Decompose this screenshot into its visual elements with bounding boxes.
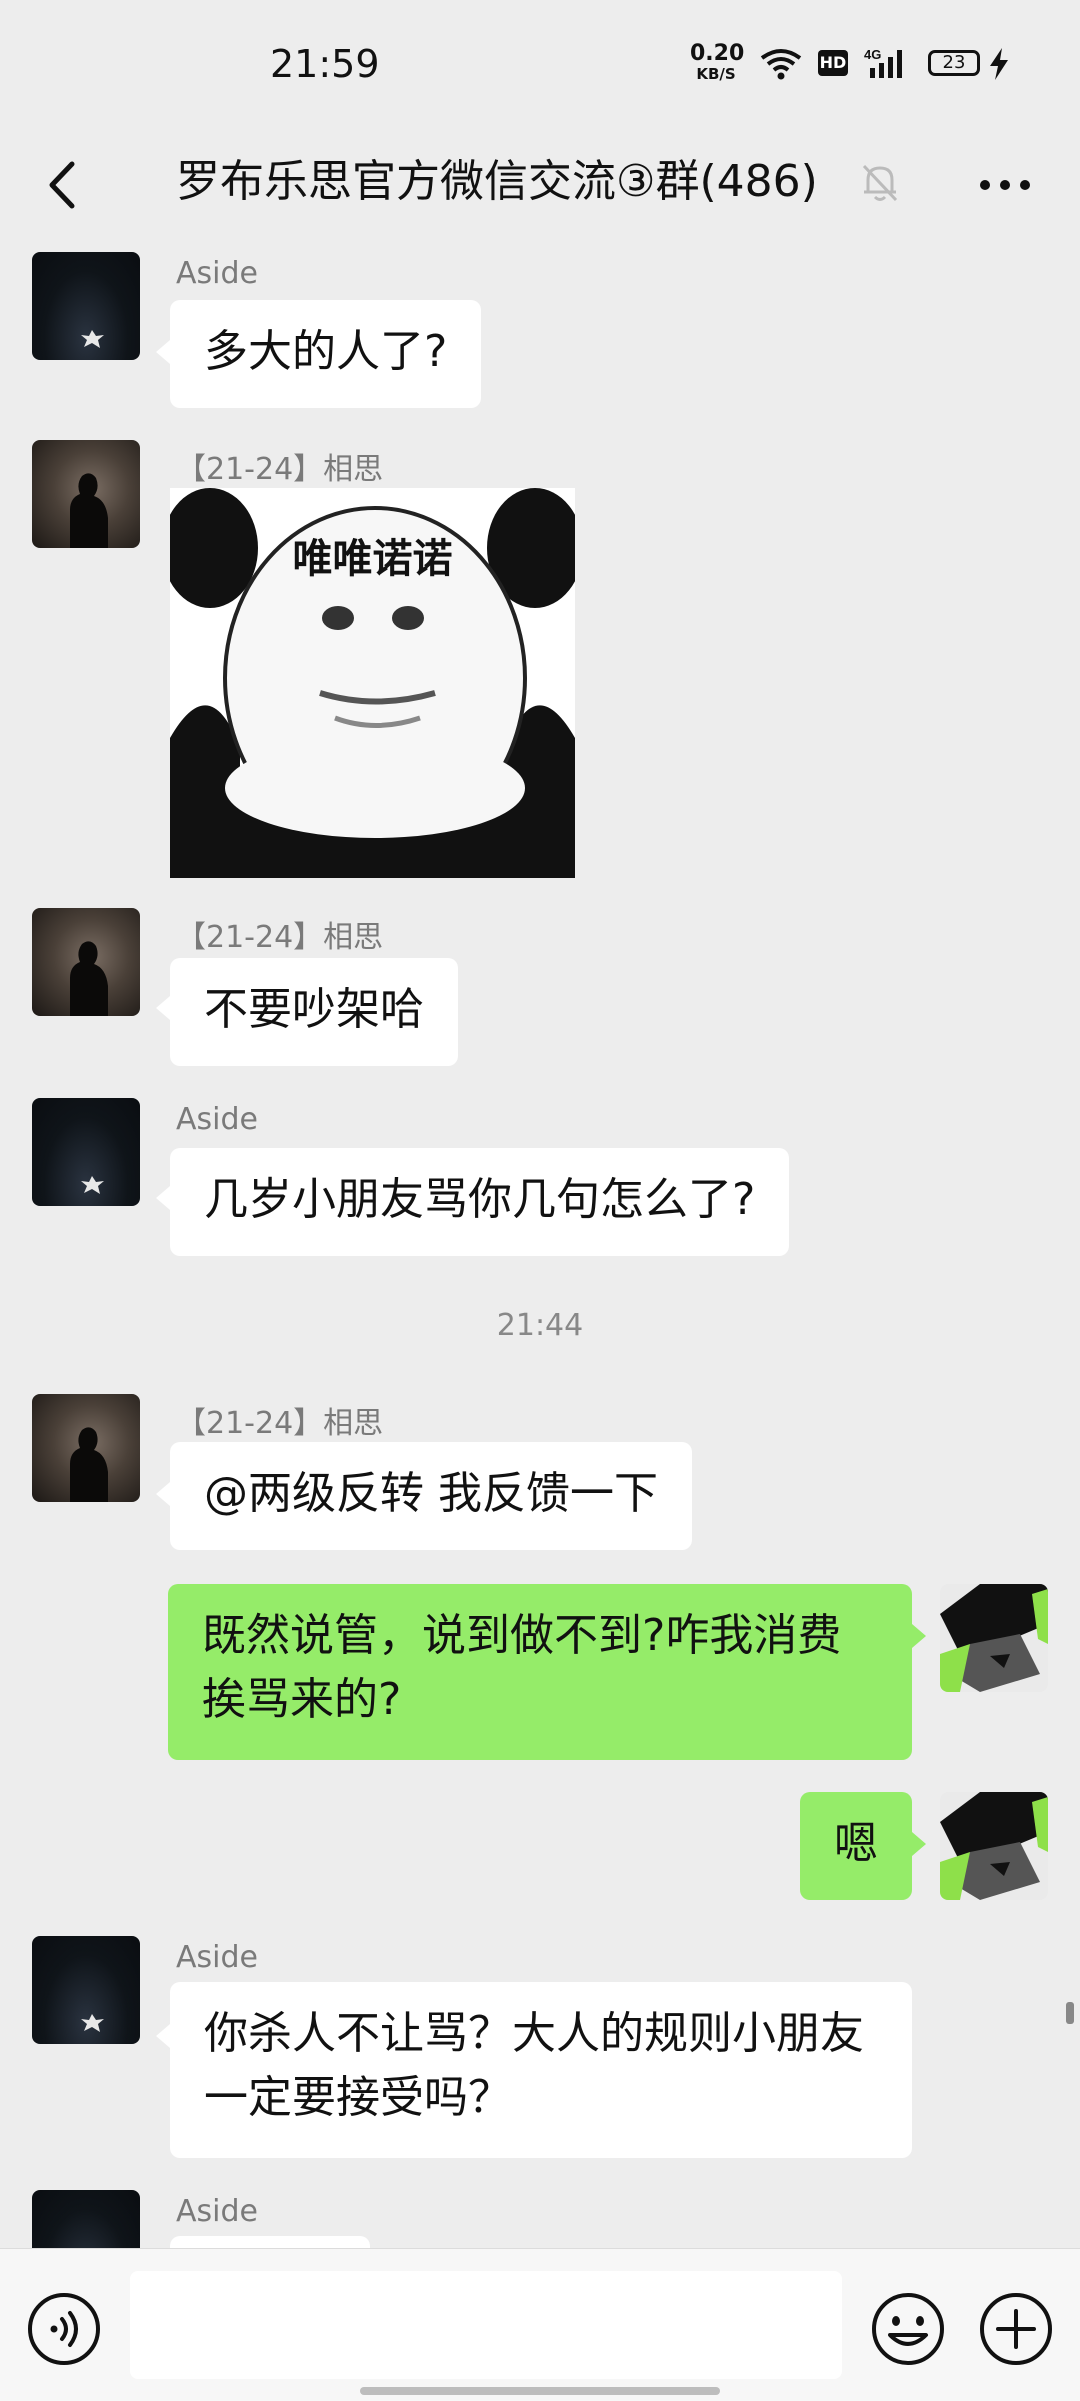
- sender-name: 【21-24】相思: [176, 920, 384, 955]
- emoji-icon[interactable]: [870, 2291, 946, 2367]
- bubble-tail: [156, 340, 170, 364]
- input-bar: [0, 2248, 1080, 2401]
- hd-voice-icon: HD: [818, 50, 848, 76]
- message-bubble[interactable]: 几岁小朋友骂你几句怎么了?: [170, 1148, 790, 1256]
- sender-name: Aside: [176, 1940, 258, 1975]
- status-time: 21:59: [270, 42, 380, 86]
- sticker-caption: 唯唯诺诺: [292, 536, 453, 582]
- bubble-tail: [912, 1832, 926, 1856]
- back-arrow-icon[interactable]: [30, 150, 100, 220]
- svg-text:4G: 4G: [864, 47, 881, 62]
- home-indicator[interactable]: [360, 2387, 720, 2395]
- sender-name: Aside: [176, 2194, 258, 2229]
- charging-icon: [990, 48, 1008, 80]
- message-bubble[interactable]: 多大的人了?: [170, 300, 482, 408]
- avatar[interactable]: [32, 908, 140, 1016]
- voice-icon[interactable]: [26, 2291, 102, 2367]
- chat-header: 罗布乐思官方微信交流③群(486): [0, 130, 1080, 242]
- bubble-tail: [912, 1624, 926, 1648]
- cellular-signal-icon: 4G: [864, 47, 902, 78]
- avatar[interactable]: [32, 252, 140, 360]
- avatar[interactable]: [32, 440, 140, 548]
- message-bubble[interactable]: 不要吵架哈: [170, 958, 458, 1066]
- sender-name: Aside: [176, 1102, 258, 1137]
- network-speed-unit: KB/S: [696, 65, 736, 83]
- scrollbar-thumb[interactable]: [1066, 2002, 1074, 2024]
- bubble-tail: [156, 1482, 170, 1506]
- self-message-bubble[interactable]: 既然说管，说到做不到?咋我消费挨骂来的?: [168, 1584, 912, 1760]
- timestamp: 21:44: [496, 1308, 584, 1343]
- sender-name: 【21-24】相思: [176, 452, 384, 487]
- bubble-tail: [156, 2024, 170, 2048]
- sender-name: Aside: [176, 256, 258, 291]
- avatar[interactable]: [32, 1936, 140, 2044]
- mute-bell-icon: [862, 164, 898, 202]
- self-avatar[interactable]: [940, 1792, 1048, 1900]
- network-speed: 0.20 KB/S: [690, 41, 745, 84]
- sticker-image[interactable]: 唯唯诺诺: [170, 488, 575, 878]
- more-icon[interactable]: [970, 155, 1040, 215]
- battery-indicator: 23: [928, 50, 980, 76]
- avatar[interactable]: [32, 1098, 140, 1206]
- wifi-icon: [760, 49, 802, 80]
- bubble-tail: [156, 996, 170, 1020]
- message-bubble[interactable]: @两级反转 我反馈一下: [170, 1442, 692, 1550]
- avatar[interactable]: [32, 1394, 140, 1502]
- message-bubble[interactable]: 你杀人不让骂？大人的规则小朋友一定要接受吗？: [170, 1982, 912, 2158]
- plus-icon[interactable]: [978, 2291, 1054, 2367]
- self-message-bubble[interactable]: 嗯: [800, 1792, 912, 1900]
- status-bar: 21:59 0.20 KB/S HD 4G 23: [0, 0, 1080, 130]
- bubble-tail: [156, 1186, 170, 1210]
- sender-name: 【21-24】相思: [176, 1406, 384, 1441]
- chat-title: 罗布乐思官方微信交流③群(486): [176, 156, 818, 207]
- network-speed-value: 0.20: [690, 41, 745, 66]
- message-input[interactable]: [130, 2271, 842, 2379]
- self-avatar[interactable]: [940, 1584, 1048, 1692]
